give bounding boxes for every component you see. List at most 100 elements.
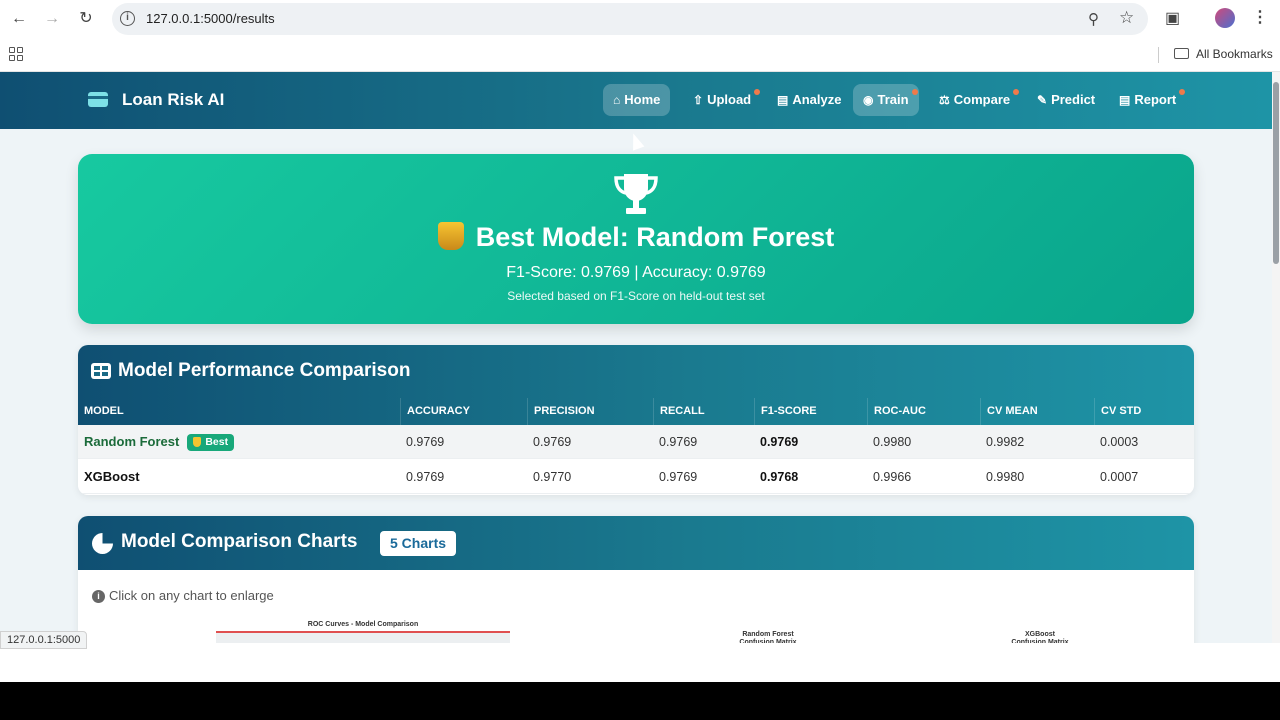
apps-grid-icon[interactable]	[9, 47, 23, 61]
notification-dot	[1013, 89, 1020, 95]
table-row[interactable]: Random Forest Best 0.9769 0.9769 0.9769 0…	[78, 425, 1194, 459]
col-accuracy[interactable]: ACCURACY	[400, 398, 527, 425]
model-name-cell: Random Forest Best	[78, 425, 235, 459]
performance-card-header: Model Performance Comparison	[78, 345, 1194, 399]
best-model-banner: Best Model: Random Forest F1-Score: 0.97…	[78, 154, 1194, 324]
precision-cell: 0.9770	[533, 470, 572, 484]
cv-mean-cell: 0.9980	[986, 470, 1025, 484]
best-model-title-text: Best Model: Random Forest	[475, 222, 835, 252]
roc-chart-title: ROC Curves - Model Comparison	[307, 621, 419, 628]
col-recall[interactable]: RECALL	[653, 398, 754, 425]
recall-cell: 0.9769	[659, 470, 698, 484]
nav-train[interactable]: ◉ Train	[853, 84, 919, 116]
nav-train-label: Train	[877, 92, 909, 107]
roc-auc-cell: 0.9980	[873, 435, 912, 449]
top-navbar: Loan Risk AI ⌂ Home ⇧ Upload ▤ Analyze ◉ Tra…	[0, 72, 1272, 129]
address-bar[interactable]: i 127.0.0.1:5000/results ⚲ ☆	[112, 3, 1148, 35]
scale-icon: ⚖	[939, 93, 950, 107]
charts-count-badge: 5 Charts	[380, 531, 457, 556]
home-icon: ⌂	[613, 93, 621, 107]
rf-confusion-title: Random Forest Confusion Matrix	[739, 631, 797, 643]
notification-dot	[754, 89, 761, 95]
charts-hint-text: Click on any chart to enlarge	[109, 588, 274, 603]
zoom-icon[interactable]: ⚲	[1088, 10, 1099, 28]
col-precision[interactable]: PRECISION	[527, 398, 653, 425]
col-roc-auc[interactable]: ROC-AUC	[867, 398, 980, 425]
brand-title[interactable]: Loan Risk AI	[122, 90, 224, 110]
cv-std-cell: 0.0003	[1100, 435, 1139, 449]
charts-title: Model Comparison Charts	[121, 531, 358, 552]
pencil-icon: ✎	[1037, 93, 1048, 107]
col-cv-mean[interactable]: CV MEAN	[980, 398, 1094, 425]
browser-toolbar: ← → ↻ i 127.0.0.1:5000/results ⚲ ☆ ▣ ⋮	[0, 0, 1280, 38]
profile-avatar[interactable]	[1215, 8, 1235, 28]
nav-analyze[interactable]: ▤ Analyze	[767, 84, 851, 116]
nav-home-label: Home	[624, 92, 661, 107]
nav-predict[interactable]: ✎ Predict	[1027, 84, 1105, 116]
table-row[interactable]: XGBoost 0.9769 0.9770 0.9769 0.9768 0.99…	[78, 460, 1194, 494]
extensions-icon[interactable]: ▣	[1165, 8, 1180, 28]
nav-analyze-label: Analyze	[792, 92, 842, 107]
nav-compare-label: Compare	[953, 92, 1011, 107]
upload-icon: ⇧	[693, 93, 704, 107]
nav-compare[interactable]: ⚖ Compare	[929, 84, 1020, 116]
file-icon: ▤	[1119, 93, 1131, 107]
nav-upload[interactable]: ⇧ Upload	[683, 84, 761, 116]
f1-cell: 0.9768	[760, 470, 799, 484]
col-cv-std[interactable]: CV STD	[1094, 398, 1194, 425]
xgb-confusion-title: XGBoost Confusion Matrix	[1011, 631, 1069, 643]
page-scrollbar[interactable]	[1272, 72, 1280, 643]
bookmarks-divider	[1158, 47, 1159, 63]
all-bookmarks-link[interactable]: All Bookmarks	[1196, 47, 1273, 61]
recall-cell: 0.9769	[659, 435, 698, 449]
accuracy-cell: 0.9769	[406, 470, 445, 484]
nav-upload-label: Upload	[707, 92, 752, 107]
roc-chart-thumbnail[interactable]: ROC Curves - Model Comparison	[208, 621, 518, 643]
precision-cell: 0.9769	[533, 435, 572, 449]
model-name: XGBoost	[84, 469, 140, 484]
roc-auc-cell: 0.9966	[873, 470, 912, 484]
nav-report[interactable]: ▤ Report	[1109, 84, 1186, 116]
results-page: Loan Risk AI ⌂ Home ⇧ Upload ▤ Analyze ◉ Tra…	[0, 72, 1272, 643]
forward-icon[interactable]: →	[41, 8, 63, 30]
col-model[interactable]: MODEL	[78, 398, 400, 425]
trophy-icon	[614, 174, 658, 214]
bookmark-star-icon[interactable]: ☆	[1119, 8, 1134, 28]
best-model-note: Selected based on F1-Score on held-out t…	[507, 289, 765, 303]
url-text[interactable]: 127.0.0.1:5000/results	[146, 11, 275, 26]
reload-icon[interactable]: ↻	[75, 8, 97, 30]
table-header: MODEL ACCURACY PRECISION RECALL F1-SCORE…	[78, 398, 1194, 425]
nav-home[interactable]: ⌂ Home	[603, 84, 671, 116]
robot-icon: ◉	[863, 93, 874, 107]
site-info-icon[interactable]: i	[120, 11, 135, 26]
nav-predict-label: Predict	[1051, 92, 1096, 107]
back-icon[interactable]: ←	[8, 8, 30, 30]
pie-chart-icon	[92, 533, 113, 554]
menu-kebab-icon[interactable]: ⋮	[1252, 7, 1268, 27]
table-icon	[91, 363, 111, 379]
bookmarks-bar: All Bookmarks	[0, 38, 1280, 72]
f1-cell: 0.9769	[760, 435, 799, 449]
charts-hint: i Click on any chart to enlarge	[92, 588, 274, 603]
folder-icon	[1174, 48, 1189, 59]
notification-dot	[1179, 89, 1186, 95]
best-badge: Best	[187, 434, 235, 451]
charts-card: Model Comparison Charts 5 Charts i Click …	[78, 516, 1194, 643]
performance-card: Model Performance Comparison MODEL ACCUR…	[78, 345, 1194, 495]
best-model-metrics: F1-Score: 0.9769 | Accuracy: 0.9769	[506, 264, 766, 281]
col-f1[interactable]: F1-SCORE	[754, 398, 867, 425]
accuracy-cell: 0.9769	[406, 435, 445, 449]
trophy-emoji-icon	[437, 222, 464, 250]
status-url: 127.0.0.1:5000	[0, 631, 88, 649]
rf-confusion-thumbnail[interactable]: Random Forest Confusion Matrix	[718, 621, 818, 643]
notification-dot	[911, 89, 918, 95]
nav-report-label: Report	[1134, 92, 1177, 107]
cv-mean-cell: 0.9982	[986, 435, 1025, 449]
best-model-title: Best Model: Random Forest	[78, 222, 1194, 253]
scrollbar-thumb[interactable]	[1273, 82, 1279, 264]
xgb-confusion-thumbnail[interactable]: XGBoost Confusion Matrix	[990, 621, 1090, 643]
info-icon: i	[92, 590, 105, 603]
roc-chart-plot	[216, 631, 510, 643]
chart-icon: ▤	[777, 93, 789, 107]
model-name: Random Forest	[84, 434, 180, 449]
